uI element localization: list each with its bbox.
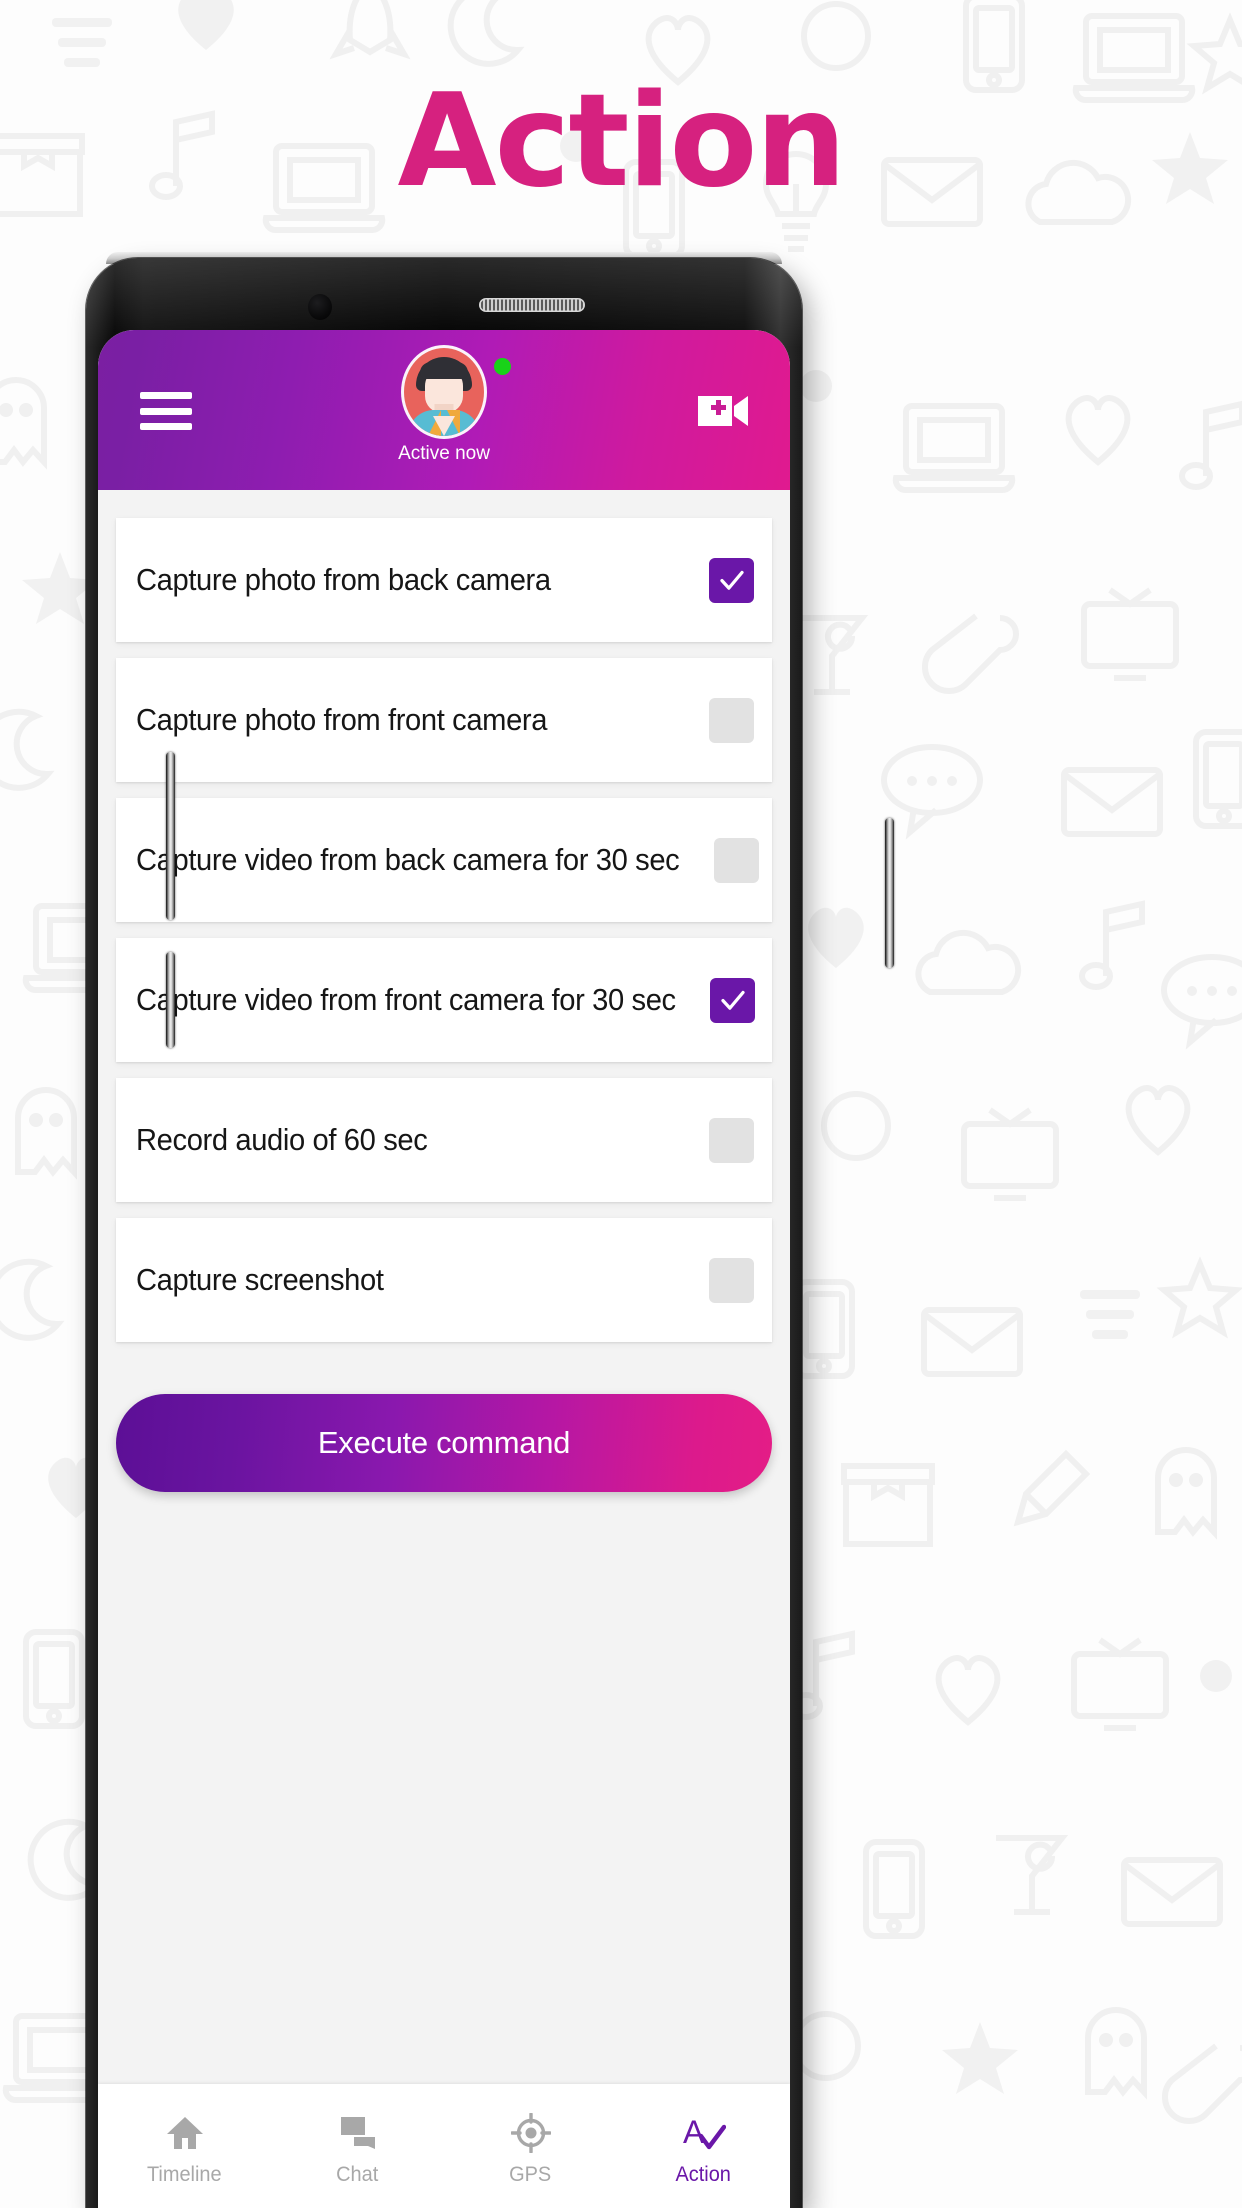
power-button[interactable]: [885, 818, 894, 968]
checkbox-unchecked[interactable]: [709, 1257, 754, 1303]
avatar-fringe: [420, 362, 468, 379]
screen-content: Capture photo from back camera Capture ph…: [98, 490, 790, 2208]
page-title: Action: [397, 67, 846, 216]
action-row-label: Capture video from back camera for 30 se…: [136, 842, 680, 877]
phone-device-mockup: Active now Capture photo from back camer…: [86, 252, 894, 2208]
nav-item-label: Action: [675, 2162, 732, 2186]
volume-up-button[interactable]: [166, 752, 175, 920]
chat-bubbles-icon: [338, 2112, 378, 2154]
video-call-add-icon[interactable]: [696, 392, 750, 430]
earpiece-speaker-icon: [479, 298, 585, 312]
action-row-label: Capture screenshot: [136, 1262, 384, 1297]
online-status-dot-icon: [494, 358, 511, 375]
nav-item-label: Chat: [336, 2162, 379, 2186]
checkbox-checked[interactable]: [709, 557, 754, 603]
action-row[interactable]: Capture photo from front camera: [116, 658, 772, 782]
action-row[interactable]: Capture screenshot: [116, 1218, 772, 1342]
action-row-label: Capture video from front camera for 30 s…: [136, 982, 676, 1017]
execute-command-button[interactable]: Execute command: [116, 1394, 772, 1492]
screenshot-root: Action Active now Capture photo from bac…: [0, 0, 1242, 2208]
action-row-label: Capture photo from front camera: [136, 702, 548, 737]
action-list: Capture photo from back camera Capture ph…: [98, 518, 790, 1342]
volume-down-button[interactable]: [166, 952, 175, 1048]
action-check-icon: A: [682, 2112, 726, 2154]
phone-screen: Active now Capture photo from back camer…: [98, 330, 790, 2208]
nav-item-timeline[interactable]: Timeline: [98, 2106, 271, 2187]
checkbox-unchecked[interactable]: [714, 837, 760, 883]
action-row-label: Record audio of 60 sec: [136, 1122, 428, 1157]
hamburger-menu-icon[interactable]: [140, 392, 192, 430]
action-row[interactable]: Capture video from front camera for 30 s…: [116, 938, 772, 1062]
checkbox-checked[interactable]: [710, 977, 756, 1023]
avatar-collar-vee: [433, 416, 455, 436]
hamburger-bar: [140, 407, 192, 415]
action-row-label: Capture photo from back camera: [136, 562, 551, 597]
hamburger-bar: [140, 392, 192, 399]
nav-item-label: GPS: [509, 2162, 552, 2186]
status-text: Active now: [398, 443, 490, 464]
nav-item-label: Timeline: [147, 2162, 222, 2186]
action-row[interactable]: Record audio of 60 sec: [116, 1078, 772, 1202]
nav-item-gps[interactable]: GPS: [444, 2106, 617, 2187]
nav-item-chat[interactable]: Chat: [271, 2106, 444, 2187]
execute-button-wrapper: Execute command: [98, 1358, 790, 1492]
action-row[interactable]: Capture photo from back camera: [116, 518, 772, 642]
user-avatar-icon[interactable]: [404, 348, 484, 436]
app-bar: Active now: [98, 330, 790, 490]
checkbox-unchecked[interactable]: [709, 697, 754, 743]
location-crosshair-icon: [510, 2112, 551, 2154]
front-camera-icon: [308, 294, 332, 320]
avatar-with-status[interactable]: Active now: [379, 348, 511, 465]
home-icon: [165, 2112, 205, 2154]
nav-item-action[interactable]: A Action: [617, 2106, 790, 2187]
checkbox-unchecked[interactable]: [709, 1117, 754, 1163]
svg-text:A: A: [683, 2114, 705, 2150]
phone-body: Active now Capture photo from back camer…: [86, 258, 802, 2208]
action-row[interactable]: Capture video from back camera for 30 se…: [116, 798, 772, 922]
hamburger-bar: [140, 423, 192, 430]
bottom-navigation-bar: Timeline Chat GPS A Action: [98, 2084, 790, 2208]
